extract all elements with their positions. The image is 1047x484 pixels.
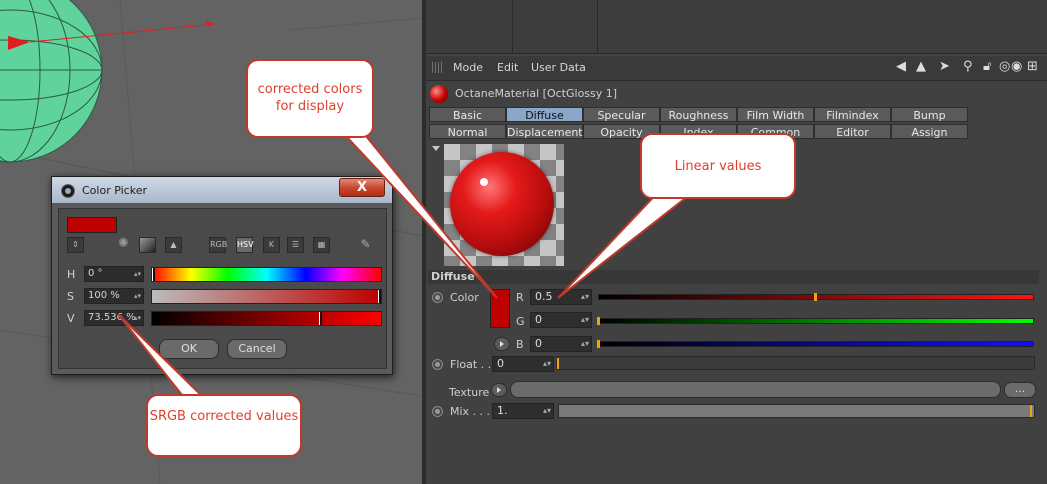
callout-linear-text: Linear values	[674, 159, 762, 174]
callout-srgb-text: SRGB corrected values	[149, 409, 299, 424]
screen: Mode Edit User Data ◀ ▲ ➤ ⚲ 🔓︎ ◎ ◉ ⊞ Oct…	[0, 0, 1047, 484]
callout-pointer-srgb	[117, 313, 209, 401]
callout-pointer-linear	[557, 184, 690, 299]
callout-pointer-display	[343, 135, 498, 299]
callout-display-colors: corrected colors for display	[246, 59, 374, 138]
callout-srgb-values: SRGB corrected values	[146, 394, 302, 457]
callout-display-text: corrected colors for display	[257, 82, 363, 114]
callout-linear-values: Linear values	[640, 133, 796, 199]
